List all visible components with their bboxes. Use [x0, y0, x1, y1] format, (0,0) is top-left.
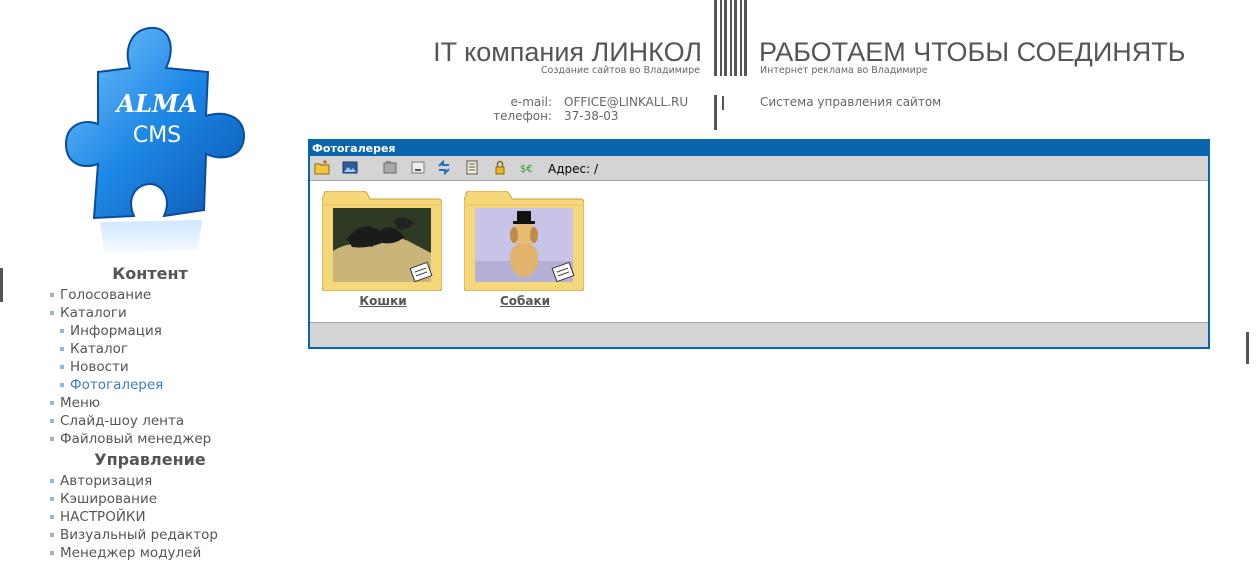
bullet-icon: [50, 401, 54, 405]
logo-line2: CMS: [133, 123, 181, 148]
sidebar-item-catalog[interactable]: Каталог: [48, 340, 258, 358]
sidebar-item-information[interactable]: Информация: [48, 322, 258, 340]
bullet-icon: [60, 383, 64, 387]
sidebar-item-settings[interactable]: НАСТРОЙКИ: [48, 508, 258, 526]
gallery-toolbar: $€ Адрес: /: [310, 156, 1208, 181]
bullet-icon: [60, 347, 64, 351]
cats-folder-icon: [322, 191, 442, 291]
contact-labels: e-mail: телефон:: [493, 95, 552, 123]
sidebar-management-list: Авторизация Кэширование НАСТРОЙКИ Визуал…: [48, 472, 258, 562]
phone-label: телефон:: [493, 109, 552, 123]
svg-text:$€: $€: [520, 164, 533, 175]
bullet-icon: [60, 329, 64, 333]
currency-icon[interactable]: $€: [520, 160, 536, 175]
phone-value: 37-38-03: [564, 109, 619, 123]
cms-link[interactable]: Система управления сайтом: [760, 95, 941, 109]
rename-icon[interactable]: [410, 160, 426, 175]
sidebar-item-authorization[interactable]: Авторизация: [48, 472, 258, 490]
bullet-icon: [50, 293, 54, 297]
sidebar-item-module-manager[interactable]: Менеджер модулей: [48, 544, 258, 562]
email-label: e-mail:: [510, 95, 552, 109]
bullet-icon: [60, 365, 64, 369]
header-slogan-subtitle: Интернет реклама во Владимире: [760, 65, 928, 76]
bullet-icon: [50, 515, 54, 519]
photogallery-panel: Фотогалерея $€ Адрес: / Кошки Собаки: [308, 139, 1210, 349]
contact-divider: [714, 95, 717, 130]
right-edge-mark: [1246, 332, 1249, 364]
folder-label-dogs[interactable]: Собаки: [464, 294, 586, 308]
sidebar-heading-content: Контент: [112, 264, 188, 283]
sidebar-item-voting[interactable]: Голосование: [48, 286, 258, 304]
bullet-icon: [50, 437, 54, 441]
sidebar-content-list: Голосование Каталоги Информация Каталог …: [48, 286, 258, 448]
sidebar-item-caching[interactable]: Кэширование: [48, 490, 258, 508]
address-label: Адрес: /: [548, 162, 599, 176]
add-image-icon[interactable]: [342, 160, 358, 175]
bullet-icon: [50, 419, 54, 423]
dogs-folder-icon: [464, 191, 584, 291]
bullet-icon: [50, 479, 54, 483]
gallery-body: Кошки Собаки: [310, 181, 1208, 321]
sidebar-item-file-manager[interactable]: Файловый менеджер: [48, 430, 258, 448]
gallery-footer-bar: [310, 322, 1208, 347]
sidebar-heading-management: Управление: [94, 450, 206, 469]
header-slogan-title: РАБОТАЕМ ЧТОБЫ СОЕДИНЯТЬ: [759, 37, 1186, 67]
bullet-icon: [50, 533, 54, 537]
contact-values: OFFICE@LINKALL.RU 37-38-03: [564, 95, 688, 123]
puzzle-logo-icon: ALMA CMS: [64, 26, 246, 252]
email-value[interactable]: OFFICE@LINKALL.RU: [564, 95, 688, 109]
sidebar-item-menu[interactable]: Меню: [48, 394, 258, 412]
header-company-title: IT компания ЛИНКОЛ: [433, 37, 702, 67]
folder-dogs[interactable]: Собаки: [464, 191, 586, 309]
folder-label-cats[interactable]: Кошки: [322, 294, 444, 308]
bullet-icon: [50, 311, 54, 315]
left-edge-mark: [0, 268, 3, 302]
properties-icon[interactable]: [464, 160, 480, 175]
folder-cats[interactable]: Кошки: [322, 191, 444, 309]
header-company-subtitle: Создание сайтов во Владимире: [540, 65, 700, 76]
lock-icon[interactable]: [492, 160, 508, 175]
sidebar-item-news[interactable]: Новости: [48, 358, 258, 376]
sidebar: Контент Голосование Каталоги Информация …: [48, 262, 258, 562]
sidebar-item-visual-editor[interactable]: Визуальный редактор: [48, 526, 258, 544]
barcode-divider: [714, 0, 748, 76]
bullet-icon: [50, 497, 54, 501]
refresh-icon[interactable]: [436, 160, 452, 175]
logo-line1: ALMA: [115, 89, 198, 118]
alma-cms-logo[interactable]: ALMA CMS: [52, 14, 254, 254]
new-folder-icon[interactable]: [314, 160, 330, 175]
panel-title: Фотогалерея: [310, 141, 1208, 156]
bullet-icon: [50, 551, 54, 555]
sidebar-item-catalogs[interactable]: Каталоги: [48, 304, 258, 322]
sidebar-item-photogallery[interactable]: Фотогалерея: [48, 376, 258, 394]
contact-divider-small: [722, 96, 724, 110]
folder-icon[interactable]: [382, 160, 398, 175]
sidebar-item-slideshow[interactable]: Слайд-шоу лента: [48, 412, 258, 430]
